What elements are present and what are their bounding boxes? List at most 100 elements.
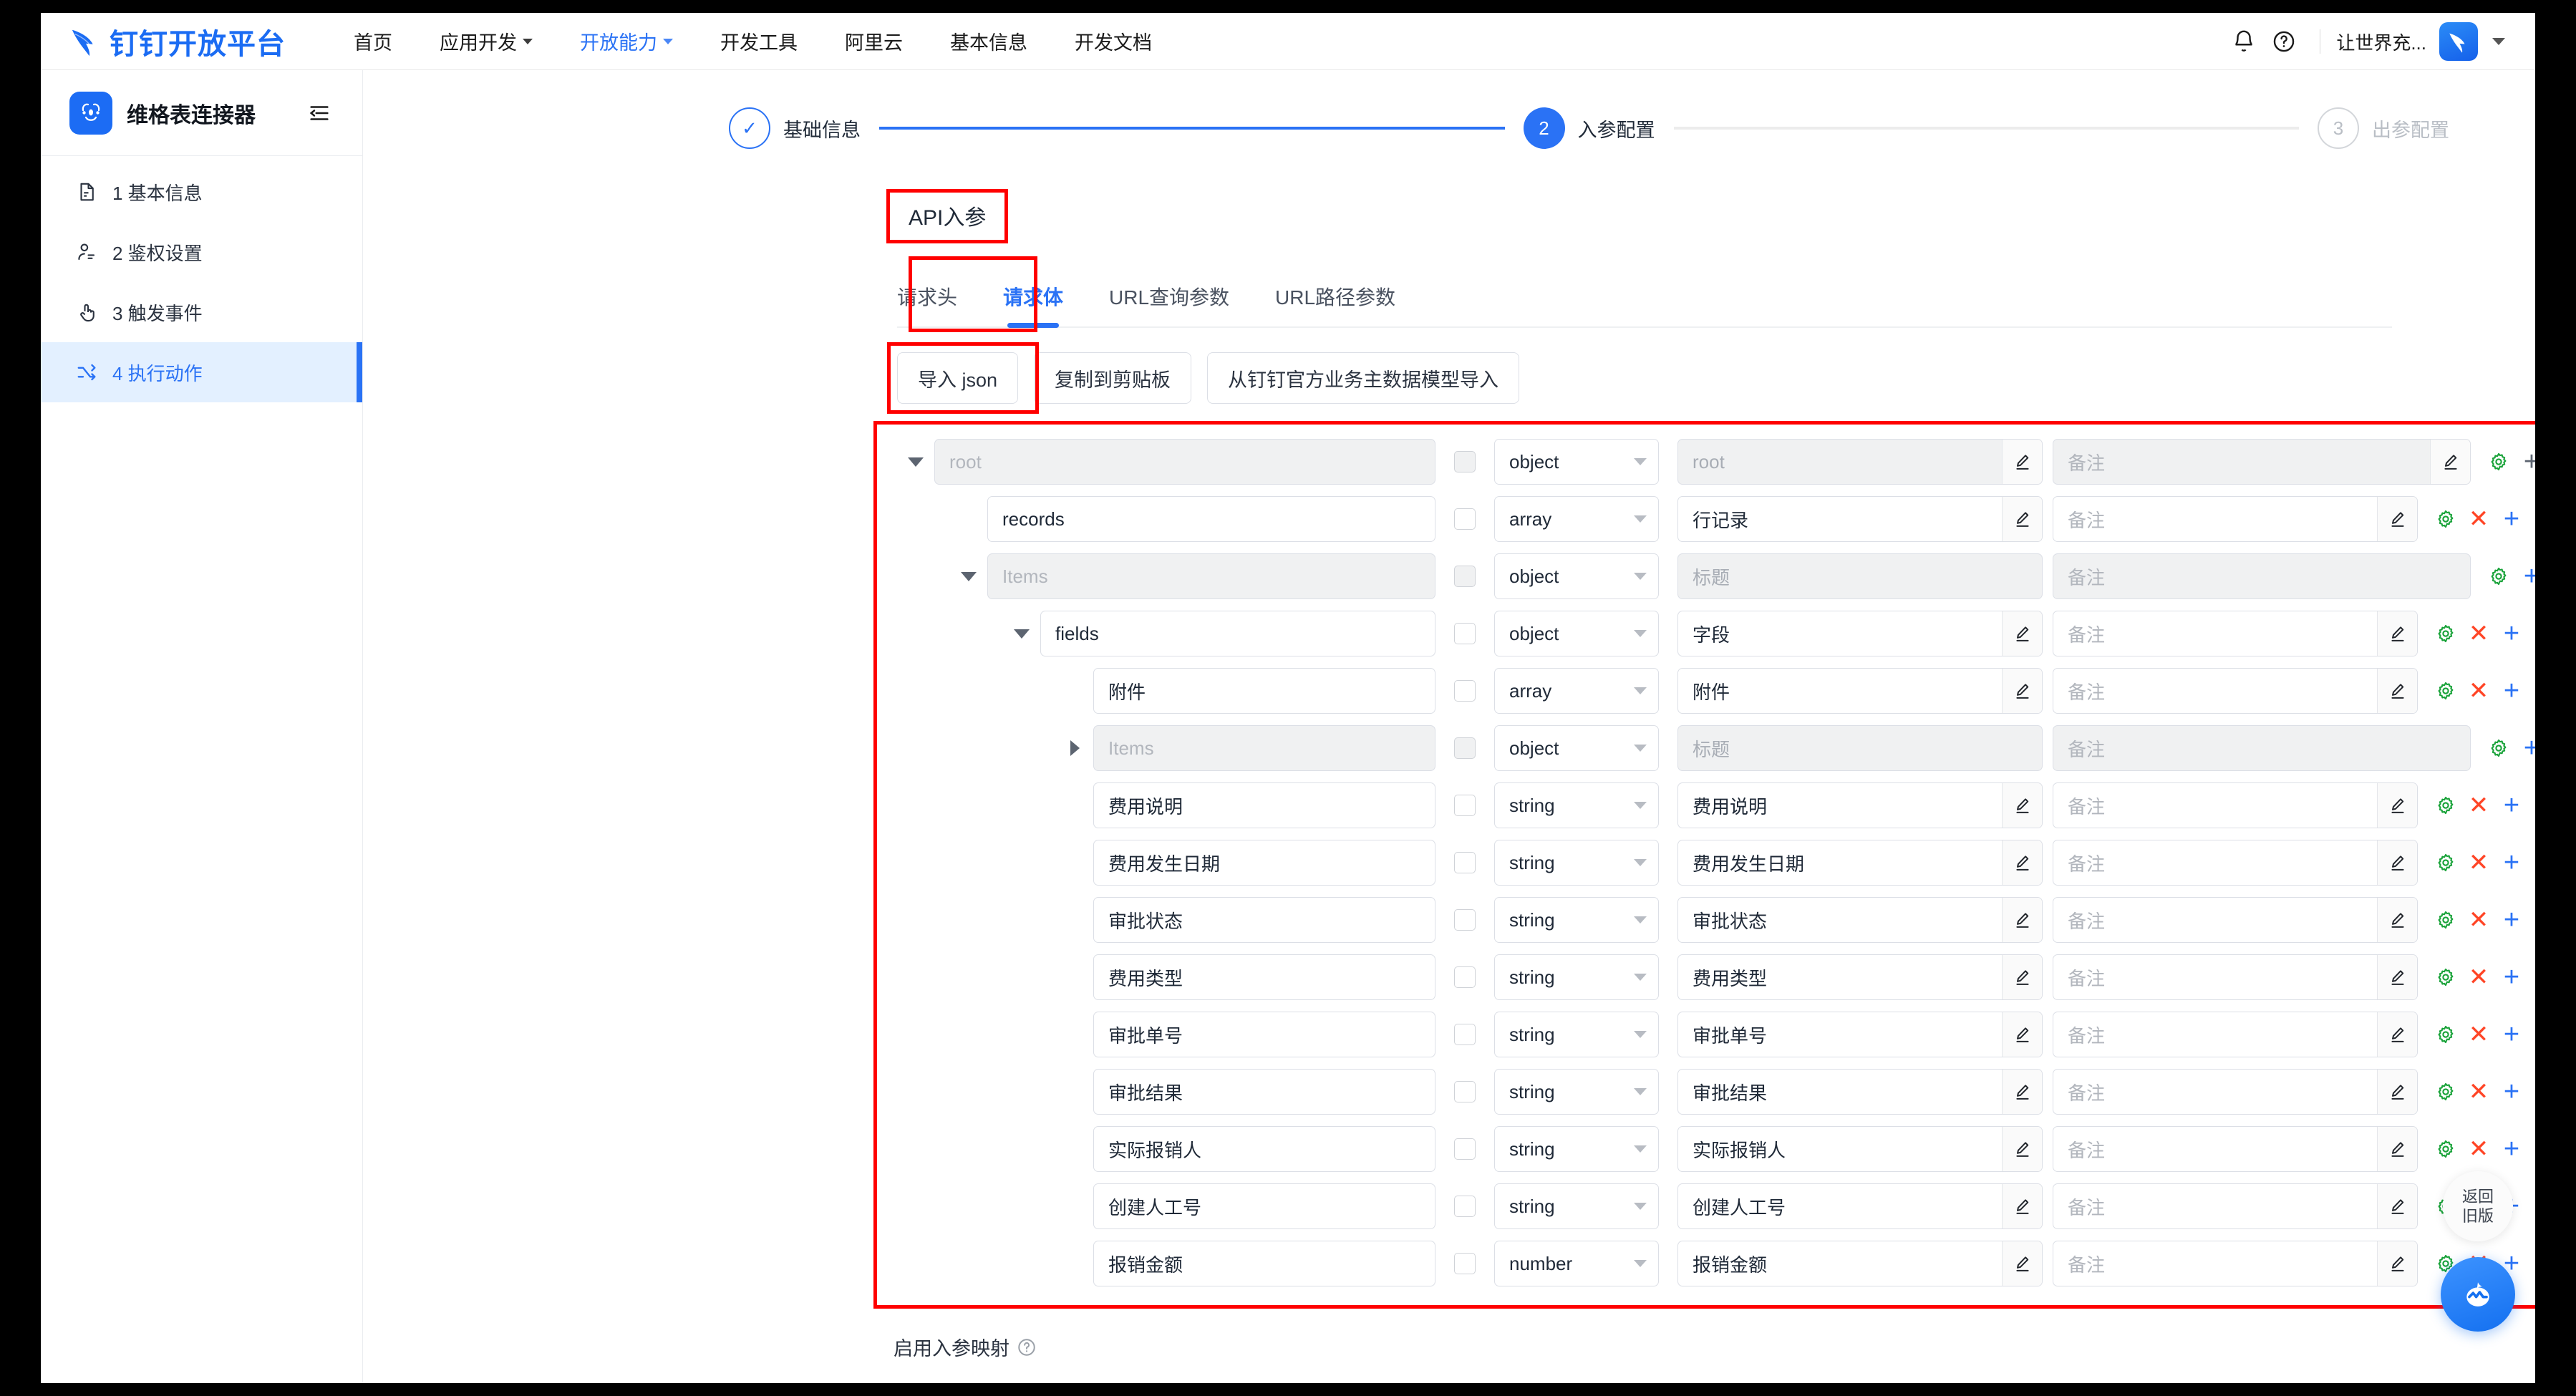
edit-title-button[interactable] (2002, 898, 2042, 942)
edit-remark-button[interactable] (2377, 1127, 2417, 1171)
nav-item-basic-info[interactable]: 基本信息 (926, 27, 1051, 55)
field-name-input[interactable]: fields (1040, 611, 1435, 656)
row-settings-button[interactable] (2429, 503, 2462, 535)
field-type-select[interactable]: string (1494, 897, 1659, 943)
required-checkbox[interactable] (1454, 1138, 1476, 1160)
field-title-input[interactable]: 字段 (1677, 611, 2043, 656)
edit-remark-button[interactable] (2377, 669, 2417, 713)
sidebar-item-execute-action[interactable]: 4 执行动作 (41, 342, 362, 402)
step-output-params[interactable]: 3 出参配置 (2318, 107, 2449, 149)
row-add-child-button[interactable]: + (2515, 445, 2535, 478)
row-settings-button[interactable] (2482, 560, 2515, 593)
required-checkbox[interactable] (1454, 1253, 1476, 1274)
chat-assistant-button[interactable] (2441, 1257, 2515, 1332)
required-checkbox[interactable] (1454, 1024, 1476, 1045)
field-type-select[interactable]: object (1494, 439, 1659, 485)
avatar[interactable] (2439, 22, 2478, 61)
sidebar-item-basic-info[interactable]: 1 基本信息 (41, 162, 362, 222)
nav-item-open-capability[interactable]: 开放能力 (556, 27, 697, 55)
field-type-select[interactable]: string (1494, 954, 1659, 1000)
help-button[interactable] (2264, 21, 2304, 62)
field-title-input[interactable]: 附件 (1677, 668, 2043, 714)
field-remark-input[interactable]: 备注 (2053, 1126, 2418, 1172)
row-expand-toggle[interactable] (950, 571, 987, 581)
tab-request-body[interactable]: 请求体 (1003, 282, 1063, 326)
notification-bell-button[interactable] (2224, 21, 2264, 62)
required-checkbox[interactable] (1454, 1081, 1476, 1102)
row-add-child-button[interactable]: + (2495, 1075, 2528, 1108)
edit-title-button[interactable] (2002, 840, 2042, 885)
collapse-sidebar-button[interactable] (305, 99, 334, 127)
row-settings-button[interactable] (2429, 674, 2462, 707)
field-remark-input[interactable]: 备注 (2053, 611, 2418, 656)
field-remark-input[interactable]: 备注 (2053, 1012, 2418, 1057)
row-delete-button[interactable]: ✕ (2462, 503, 2495, 535)
required-checkbox[interactable] (1454, 852, 1476, 873)
import-json-button[interactable]: 导入 json (897, 352, 1019, 404)
field-name-input[interactable]: records (987, 496, 1435, 542)
field-name-input[interactable]: 附件 (1093, 668, 1435, 714)
field-type-select[interactable]: array (1494, 668, 1659, 714)
field-type-select[interactable]: string (1494, 782, 1659, 828)
field-name-input[interactable]: 审批状态 (1093, 897, 1435, 943)
field-name-input[interactable]: 费用类型 (1093, 954, 1435, 1000)
field-title-input[interactable]: 费用发生日期 (1677, 840, 2043, 886)
field-type-select[interactable]: object (1494, 611, 1659, 656)
edit-title-button[interactable] (2002, 669, 2042, 713)
field-title-input[interactable]: 审批状态 (1677, 897, 2043, 943)
field-remark-input[interactable]: 备注 (2053, 1069, 2418, 1115)
field-type-select[interactable]: object (1494, 553, 1659, 599)
required-checkbox[interactable] (1454, 508, 1476, 530)
row-add-child-button[interactable]: + (2495, 1018, 2528, 1051)
field-title-input[interactable]: 审批结果 (1677, 1069, 2043, 1115)
edit-remark-button[interactable] (2377, 1184, 2417, 1228)
field-remark-input[interactable]: 备注 (2053, 782, 2418, 828)
field-name-input[interactable]: 费用发生日期 (1093, 840, 1435, 886)
tab-request-header[interactable]: 请求头 (897, 282, 957, 326)
row-delete-button[interactable]: ✕ (2462, 903, 2495, 936)
row-settings-button[interactable] (2482, 732, 2515, 765)
field-remark-input[interactable]: 备注 (2053, 496, 2418, 542)
return-to-old-version-button[interactable]: 返回 旧版 (2443, 1171, 2513, 1241)
field-type-select[interactable]: string (1494, 1126, 1659, 1172)
row-settings-button[interactable] (2429, 846, 2462, 879)
field-type-select[interactable]: array (1494, 496, 1659, 542)
edit-title-button[interactable] (2002, 1127, 2042, 1171)
field-name-input[interactable]: 实际报销人 (1093, 1126, 1435, 1172)
row-add-child-button[interactable]: + (2495, 1133, 2528, 1165)
step-input-params[interactable]: 2 入参配置 (1523, 107, 1655, 149)
row-add-child-button[interactable]: + (2495, 674, 2528, 707)
nav-item-aliyun[interactable]: 阿里云 (821, 27, 926, 55)
required-checkbox[interactable] (1454, 966, 1476, 988)
field-remark-input[interactable]: 备注 (2053, 668, 2418, 714)
field-type-select[interactable]: object (1494, 725, 1659, 771)
edit-remark-button[interactable] (2377, 497, 2417, 541)
row-add-child-button[interactable]: + (2495, 903, 2528, 936)
field-title-input[interactable]: 报销金额 (1677, 1241, 2043, 1286)
row-expand-toggle[interactable] (897, 457, 934, 467)
row-add-child-button[interactable]: + (2515, 560, 2535, 593)
copy-to-clipboard-button[interactable]: 复制到剪贴板 (1034, 352, 1192, 404)
row-delete-button[interactable]: ✕ (2462, 846, 2495, 879)
edit-remark-button[interactable] (2377, 840, 2417, 885)
field-remark-input[interactable]: 备注 (2053, 897, 2418, 943)
row-delete-button[interactable]: ✕ (2462, 961, 2495, 994)
field-type-select[interactable]: string (1494, 1069, 1659, 1115)
tab-url-path-params[interactable]: URL路径参数 (1275, 282, 1395, 326)
row-delete-button[interactable]: ✕ (2462, 1133, 2495, 1165)
field-name-input[interactable]: 报销金额 (1093, 1241, 1435, 1286)
edit-title-button[interactable] (2002, 611, 2042, 656)
edit-remark-button[interactable] (2377, 898, 2417, 942)
nav-item-docs[interactable]: 开发文档 (1051, 27, 1176, 55)
row-settings-button[interactable] (2429, 617, 2462, 650)
user-menu-chevron-icon[interactable] (2492, 38, 2505, 45)
row-settings-button[interactable] (2429, 1133, 2462, 1165)
required-checkbox[interactable] (1454, 680, 1476, 702)
nav-item-home[interactable]: 首页 (330, 27, 416, 55)
edit-title-button[interactable] (2002, 440, 2042, 484)
row-settings-button[interactable] (2482, 445, 2515, 478)
row-add-child-button[interactable]: + (2495, 961, 2528, 994)
step-basic-info[interactable]: ✓ 基础信息 (729, 107, 861, 149)
tab-url-query-params[interactable]: URL查询参数 (1109, 282, 1229, 326)
required-checkbox[interactable] (1454, 623, 1476, 644)
